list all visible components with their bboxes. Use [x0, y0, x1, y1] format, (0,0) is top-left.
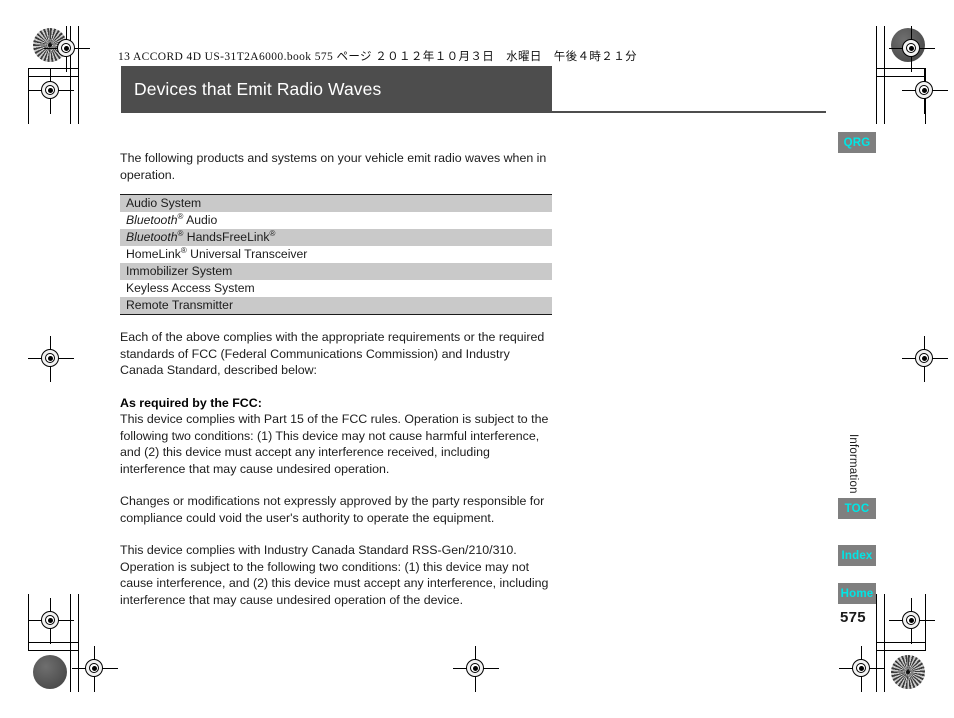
- nav-button-toc[interactable]: TOC: [838, 498, 876, 519]
- nav-button-index[interactable]: Index: [838, 545, 876, 566]
- intro-paragraph: The following products and systems on yo…: [120, 151, 547, 182]
- registration-target-icon: [28, 336, 74, 382]
- registration-target-icon: [28, 598, 74, 644]
- industry-canada-paragraph: This device complies with Industry Canad…: [120, 543, 549, 607]
- fcc-paragraph-1: This device complies with Part 15 of the…: [120, 412, 549, 476]
- crop-mark-line: [876, 26, 877, 124]
- registration-target-icon: [28, 68, 74, 114]
- registration-target-icon: [44, 26, 90, 72]
- crop-mark-line: [884, 26, 885, 124]
- nav-button-home[interactable]: Home: [838, 583, 876, 604]
- registration-solid-circle: [33, 655, 67, 689]
- table-cell-text: HomeLink: [126, 247, 181, 261]
- table-cell-immobilizer-system: Immobilizer System: [120, 263, 552, 280]
- table-row: Bluetooth® HandsFreeLink®: [120, 229, 552, 246]
- table-cell-bluetooth-handsfreelink: Bluetooth® HandsFreeLink®: [120, 229, 552, 246]
- radio-wave-device-table: Audio System Bluetooth® Audio Bluetooth®…: [120, 194, 552, 315]
- bluetooth-wordmark: Bluetooth: [126, 230, 178, 244]
- fcc-paragraph-2: Changes or modifications not expressly a…: [120, 494, 545, 525]
- crop-mark-line: [28, 650, 78, 651]
- nav-button-qrg[interactable]: QRG: [838, 132, 876, 153]
- table-cell-homelink: HomeLink® Universal Transceiver: [120, 246, 552, 263]
- table-cell-remote-transmitter: Remote Transmitter: [120, 297, 552, 315]
- table-row: Keyless Access System: [120, 280, 552, 297]
- fcc-section-heading: As required by the FCC:: [120, 395, 262, 410]
- table-row: Remote Transmitter: [120, 297, 552, 315]
- table-cell-text: HandsFreeLink: [183, 230, 270, 244]
- registration-target-icon: [72, 646, 118, 692]
- title-rule: [552, 111, 826, 113]
- page-number: 575: [840, 609, 866, 626]
- bluetooth-wordmark: Bluetooth: [126, 213, 178, 227]
- compliance-paragraph: Each of the above complies with the appr…: [120, 330, 545, 377]
- table-cell-text: Universal Transceiver: [186, 247, 308, 261]
- table-cell-audio-system: Audio System: [120, 194, 552, 212]
- page-title: Devices that Emit Radio Waves: [134, 79, 382, 99]
- table-row: Audio System: [120, 194, 552, 212]
- registration-target-icon: [902, 68, 948, 114]
- registration-target-icon: [839, 646, 885, 692]
- table-cell-bluetooth-audio: Bluetooth® Audio: [120, 212, 552, 229]
- registration-target-icon: [889, 598, 935, 644]
- table-row: HomeLink® Universal Transceiver: [120, 246, 552, 263]
- table-row: Bluetooth® Audio: [120, 212, 552, 229]
- section-tab-label: Information: [847, 434, 859, 494]
- main-content: The following products and systems on yo…: [120, 150, 552, 608]
- registration-target-icon: [453, 646, 499, 692]
- table-cell-text: Audio: [183, 213, 218, 227]
- registered-mark: ®: [269, 228, 276, 238]
- registration-target-icon: [889, 26, 935, 72]
- page-title-banner: Devices that Emit Radio Waves: [121, 66, 552, 113]
- document-page: 13 ACCORD 4D US-31T2A6000.book 575 ページ ２…: [0, 0, 954, 718]
- registration-rosette: [891, 655, 925, 689]
- table-row: Immobilizer System: [120, 263, 552, 280]
- table-cell-keyless-access-system: Keyless Access System: [120, 280, 552, 297]
- registration-target-icon: [902, 336, 948, 382]
- running-header: 13 ACCORD 4D US-31T2A6000.book 575 ページ ２…: [118, 51, 637, 63]
